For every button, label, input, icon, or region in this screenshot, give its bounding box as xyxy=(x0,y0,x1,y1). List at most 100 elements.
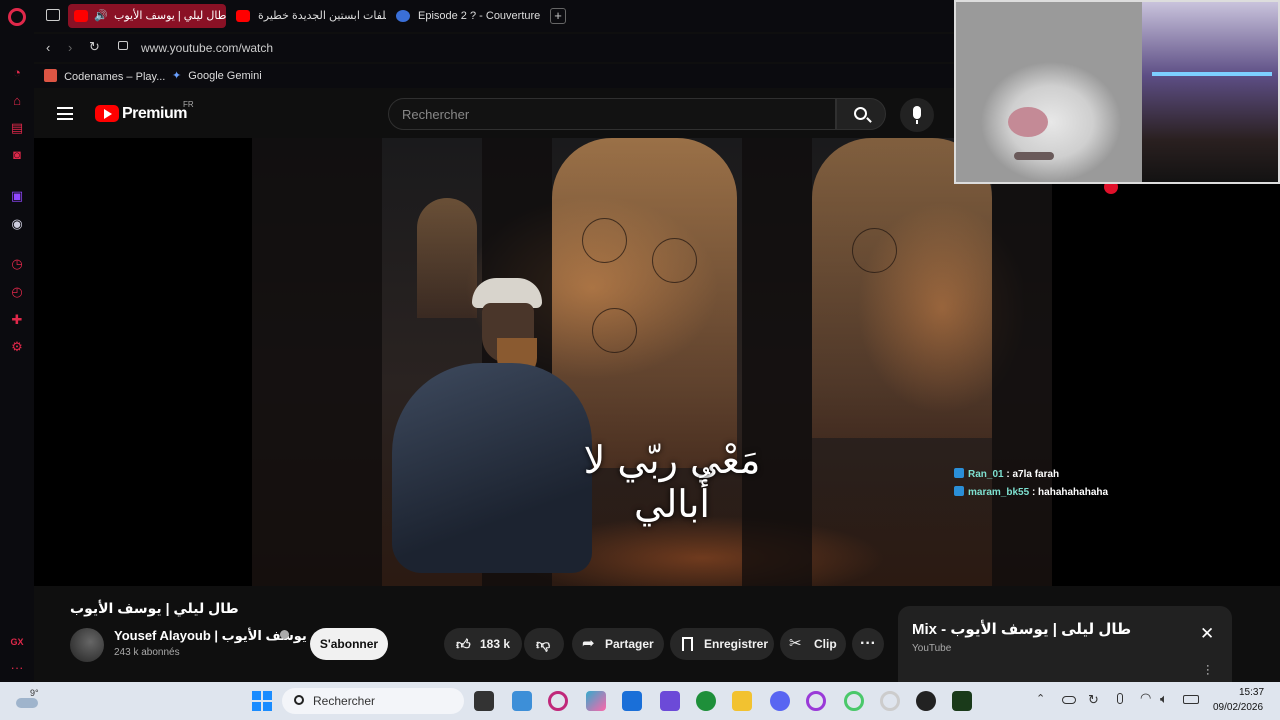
taskbar: 9° Rechercher ⌃ ↻ ◠ 🔈︎ 15:37 09/02/2026 xyxy=(0,682,1280,720)
video-overlay-text: مَعْي ربّي لا أُبالي xyxy=(583,438,761,526)
bookmark-gemini[interactable]: ✦ Google Gemini xyxy=(172,69,262,82)
save-button[interactable]: Enregistrer xyxy=(670,628,774,660)
opera-air-icon[interactable] xyxy=(844,691,864,711)
tab-label: Episode 2 ? - Couverture p xyxy=(418,10,542,22)
opera-browser-icon[interactable] xyxy=(880,691,900,711)
url-field[interactable]: www.youtube.com/watch xyxy=(141,41,273,55)
voice-search-button[interactable] xyxy=(900,98,934,132)
verified-icon xyxy=(280,630,289,639)
messenger-icon[interactable]: ◙ xyxy=(9,147,25,163)
file-explorer-icon[interactable] xyxy=(732,691,752,711)
opera-icon[interactable] xyxy=(806,691,826,711)
bookmarks-bar: Codenames – Play... ✦ Google Gemini xyxy=(34,64,954,88)
mix-title: Mix - طال ليلى | يوسف الأيوب xyxy=(912,621,1132,638)
discord-icon[interactable]: ◉ xyxy=(9,216,25,232)
codenames-icon xyxy=(44,69,57,82)
clock-icon[interactable]: ◴ xyxy=(9,284,25,300)
microphone-tray-icon[interactable] xyxy=(1117,693,1123,704)
chat-overlay: Ran_01 : a7la farah maram_bk55 : hahahah… xyxy=(954,466,1108,502)
share-button[interactable]: ➦ Partager xyxy=(572,628,664,660)
xbox-icon[interactable] xyxy=(696,691,716,711)
sync-icon[interactable]: ↻ xyxy=(1088,692,1099,708)
room-background xyxy=(1142,2,1278,182)
bag-icon[interactable]: ⌂ xyxy=(9,93,25,109)
reload-icon[interactable]: ↻ xyxy=(89,39,100,55)
like-button[interactable]: 👍︎ 183 k xyxy=(444,628,522,660)
clock-time[interactable]: 15:37 xyxy=(1239,687,1264,698)
more-icon[interactable]: ··· xyxy=(9,660,25,676)
share-icon: ➦ xyxy=(582,635,595,652)
chat-line: maram_bk55 : hahahahahaha xyxy=(954,484,1108,502)
search-input[interactable]: Rechercher xyxy=(388,98,836,130)
clock-date[interactable]: 09/02/2026 xyxy=(1213,702,1263,713)
microphone-icon xyxy=(913,106,921,119)
youtube-favicon-icon xyxy=(236,10,250,22)
chat-line: Ran_01 : a7la farah xyxy=(954,466,1108,484)
cat-face xyxy=(956,2,1142,182)
more-horizontal-icon: ··· xyxy=(860,635,876,652)
new-tab-button[interactable]: + xyxy=(550,8,566,24)
chat-badge-icon xyxy=(954,486,964,496)
chrome-favicon-icon xyxy=(396,10,410,22)
copilot-icon[interactable] xyxy=(586,691,606,711)
mix-subtitle: YouTube xyxy=(912,643,952,654)
bookmark-icon xyxy=(682,637,693,651)
settings-icon[interactable]: ⚙ xyxy=(9,339,25,355)
opera-logo-icon[interactable] xyxy=(8,8,26,26)
search-button[interactable] xyxy=(836,98,886,130)
bookmark-codenames[interactable]: Codenames – Play... xyxy=(44,69,165,83)
history-icon[interactable]: ◷ xyxy=(9,256,25,272)
volume-icon[interactable]: 🔈︎ xyxy=(1160,691,1168,707)
battery-icon[interactable] xyxy=(1183,695,1199,704)
channel-avatar[interactable] xyxy=(70,628,104,662)
tab-epstein[interactable]: ملفات ابستين الجديدة خطيرة! xyxy=(230,4,386,28)
photos-icon[interactable] xyxy=(512,691,532,711)
taskbar-search[interactable]: Rechercher xyxy=(282,688,464,714)
opera-sidebar: ◔ ⌂ ▤ ◙ ▣ ◉ ◷ ◴ ✚ ⚙ GX ··· xyxy=(0,0,34,682)
menu-icon[interactable] xyxy=(57,107,73,120)
mix-playlist-panel[interactable]: Mix - طال ليلى | يوسف الأيوب YouTube ✕ ·… xyxy=(898,606,1232,682)
workspaces-icon[interactable] xyxy=(46,9,60,21)
game-launcher-icon[interactable] xyxy=(952,691,972,711)
thumbs-up-icon: 👍︎ xyxy=(456,636,471,652)
start-button[interactable] xyxy=(252,691,272,711)
scissors-icon: ✂ xyxy=(789,635,802,652)
subscribe-button[interactable]: S'abonner xyxy=(310,628,388,660)
back-icon[interactable]: ‹ xyxy=(46,40,50,55)
webcam-overlay xyxy=(954,0,1280,184)
forward-icon[interactable]: › xyxy=(68,40,72,55)
aria-icon[interactable]: ◔ xyxy=(9,65,25,81)
video-player[interactable]: مَعْي ربّي لا أُبالي xyxy=(34,138,1280,586)
store-icon[interactable] xyxy=(622,691,642,711)
tab-episode[interactable]: Episode 2 ? - Couverture p xyxy=(390,4,542,28)
tab-label: ملفات ابستين الجديدة خطيرة! xyxy=(258,10,386,22)
twitch-icon[interactable]: ▣ xyxy=(9,188,25,204)
obs-icon[interactable] xyxy=(916,691,936,711)
close-icon[interactable]: ✕ xyxy=(1200,624,1214,644)
discord-icon[interactable] xyxy=(770,691,790,711)
thumbs-down-icon: 👎︎ xyxy=(536,636,551,652)
channel-name[interactable]: Yousef Alayoub | يوسف الأيوب xyxy=(114,628,307,644)
onedrive-icon[interactable] xyxy=(1062,696,1076,704)
speaker-icon[interactable]: 🔊 xyxy=(94,4,108,28)
gx-icon[interactable]: GX xyxy=(9,634,25,650)
lock-icon xyxy=(118,41,128,50)
more-actions-button[interactable]: ··· xyxy=(852,628,884,660)
terminal-icon[interactable] xyxy=(474,691,494,711)
video-frame: مَعْي ربّي لا أُبالي xyxy=(252,138,1052,586)
youtube-favicon-icon xyxy=(74,10,88,22)
dislike-button[interactable]: 👎︎ xyxy=(524,628,564,660)
tray-expand-icon[interactable]: ⌃ xyxy=(1036,692,1045,705)
clip-button[interactable]: ✂ Clip xyxy=(780,628,846,660)
more-vertical-icon[interactable]: · · · xyxy=(1206,661,1210,680)
proton-icon[interactable] xyxy=(660,691,680,711)
windows-icon xyxy=(252,691,261,700)
extensions-icon[interactable]: ✚ xyxy=(9,312,25,328)
search-icon xyxy=(294,695,304,705)
youtube-play-icon xyxy=(95,105,119,122)
subscriber-count: 243 k abonnés xyxy=(114,647,180,658)
player-icon[interactable]: ▤ xyxy=(9,120,25,136)
tab-yousef[interactable]: 🔊 طال ليلي | يوسف الأيوب xyxy=(68,4,226,28)
opera-gx-icon[interactable] xyxy=(548,691,568,711)
wifi-icon[interactable]: ◠ xyxy=(1140,690,1151,706)
